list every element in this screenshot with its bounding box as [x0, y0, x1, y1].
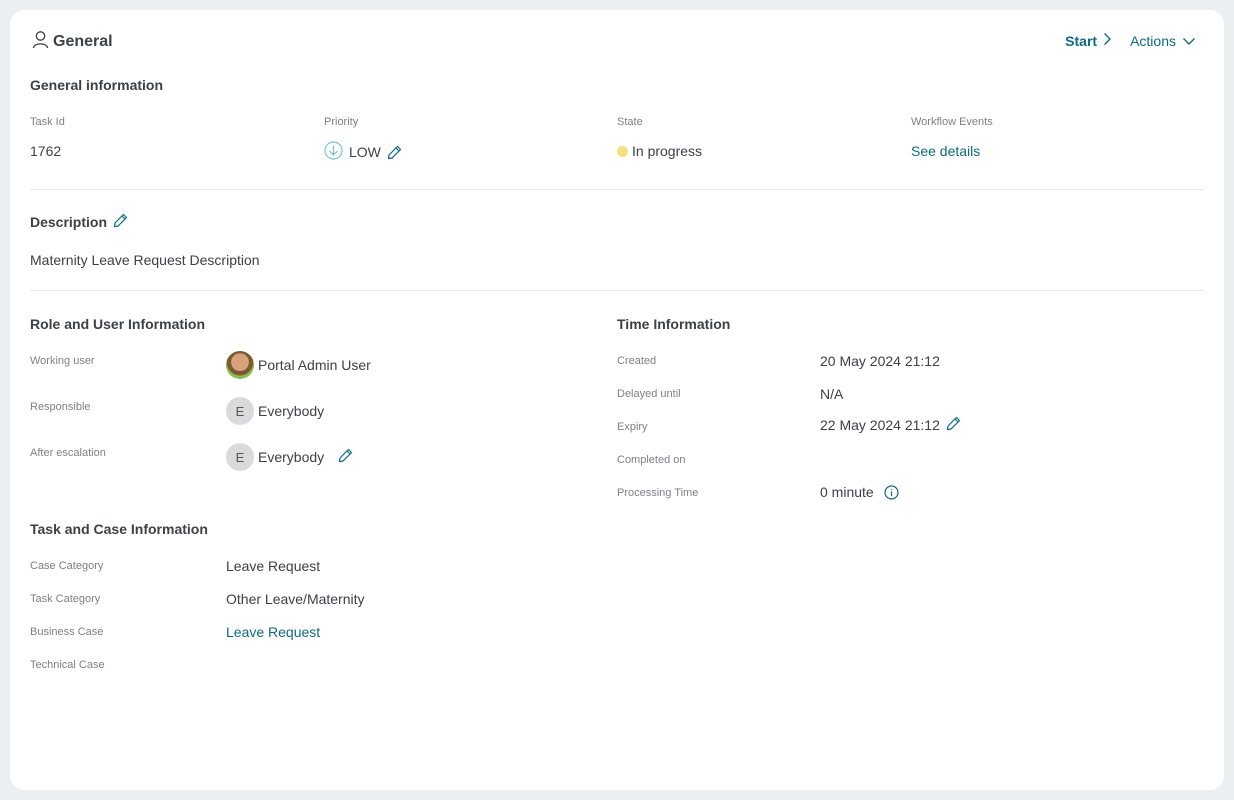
see-details-link[interactable]: See details: [911, 143, 980, 159]
working-user-label: Working user: [30, 355, 95, 367]
after-escalation-label: After escalation: [30, 447, 106, 459]
state-value: In progress: [632, 143, 703, 159]
delayed-value: N/A: [820, 386, 844, 402]
actions-dropdown[interactable]: Actions: [1130, 33, 1196, 49]
description-title: Description: [30, 214, 108, 230]
role-info-title: Role and User Information: [30, 316, 206, 332]
priority-label: Priority: [324, 116, 359, 128]
task-id-value: 1762: [30, 143, 62, 159]
processing-field: 0 minute: [820, 484, 899, 500]
state-field: In progress: [617, 143, 702, 159]
edit-escalation-icon[interactable]: [338, 448, 353, 463]
business-case-link[interactable]: Leave Request: [226, 624, 320, 640]
header-actions: Start Actions: [1065, 32, 1196, 49]
state-label: State: [617, 116, 643, 128]
case-category-value: Leave Request: [226, 558, 321, 574]
escalation-avatar: E: [226, 443, 254, 471]
task-category-value: Other Leave/Maternity: [226, 591, 365, 607]
responsible-avatar: E: [226, 397, 254, 425]
after-escalation-value: Everybody: [258, 449, 325, 465]
info-icon[interactable]: [884, 484, 899, 500]
priority-value: LOW: [349, 144, 381, 160]
card-header-title: General: [32, 30, 113, 54]
user-icon: [32, 30, 49, 54]
edit-description-icon[interactable]: [113, 213, 128, 228]
start-label: Start: [1065, 32, 1098, 49]
processing-value: 0 minute: [820, 484, 874, 500]
chevron-down-icon: [1182, 33, 1196, 49]
start-button[interactable]: Start: [1065, 32, 1112, 49]
responsible-value: Everybody: [258, 403, 325, 419]
technical-case-label: Technical Case: [30, 659, 105, 671]
header-title-text: General: [53, 33, 113, 50]
description-header: Description: [30, 213, 128, 230]
task-details-card: General Start Actions General informatio…: [10, 10, 1224, 790]
workflow-label: Workflow Events: [911, 116, 993, 128]
divider: [30, 290, 1204, 291]
description-text: Maternity Leave Request Description: [30, 252, 260, 268]
working-user-field: Portal Admin User: [226, 351, 371, 379]
created-label: Created: [617, 355, 657, 367]
arrow-down-circle-icon: [324, 141, 343, 163]
task-category-label: Task Category: [30, 593, 101, 605]
general-info-title: General information: [30, 77, 164, 93]
edit-expiry-icon[interactable]: [946, 416, 961, 431]
time-info-title: Time Information: [617, 316, 731, 332]
expiry-field: 22 May 2024 21:12: [820, 416, 961, 433]
state-dot-icon: [617, 145, 628, 157]
responsible-field: E Everybody: [226, 397, 324, 425]
business-case-label: Business Case: [30, 626, 104, 638]
completed-label: Completed on: [617, 454, 686, 466]
chevron-right-icon: [1103, 32, 1112, 49]
responsible-label: Responsible: [30, 401, 91, 413]
actions-label: Actions: [1130, 32, 1176, 49]
user-avatar: [226, 351, 254, 379]
created-value: 20 May 2024 21:12: [820, 353, 940, 369]
task-case-title: Task and Case Information: [30, 521, 208, 537]
working-user-value: Portal Admin User: [258, 357, 371, 373]
divider: [30, 189, 1204, 190]
delayed-label: Delayed until: [617, 388, 681, 400]
priority-field: LOW: [324, 141, 402, 163]
expiry-value: 22 May 2024 21:12: [820, 417, 940, 433]
edit-priority-icon[interactable]: [387, 145, 402, 160]
expiry-label: Expiry: [617, 421, 648, 433]
task-id-label: Task Id: [30, 116, 65, 128]
case-category-label: Case Category: [30, 560, 104, 572]
processing-label: Processing Time: [617, 487, 699, 499]
after-escalation-field: E Everybody: [226, 443, 353, 471]
